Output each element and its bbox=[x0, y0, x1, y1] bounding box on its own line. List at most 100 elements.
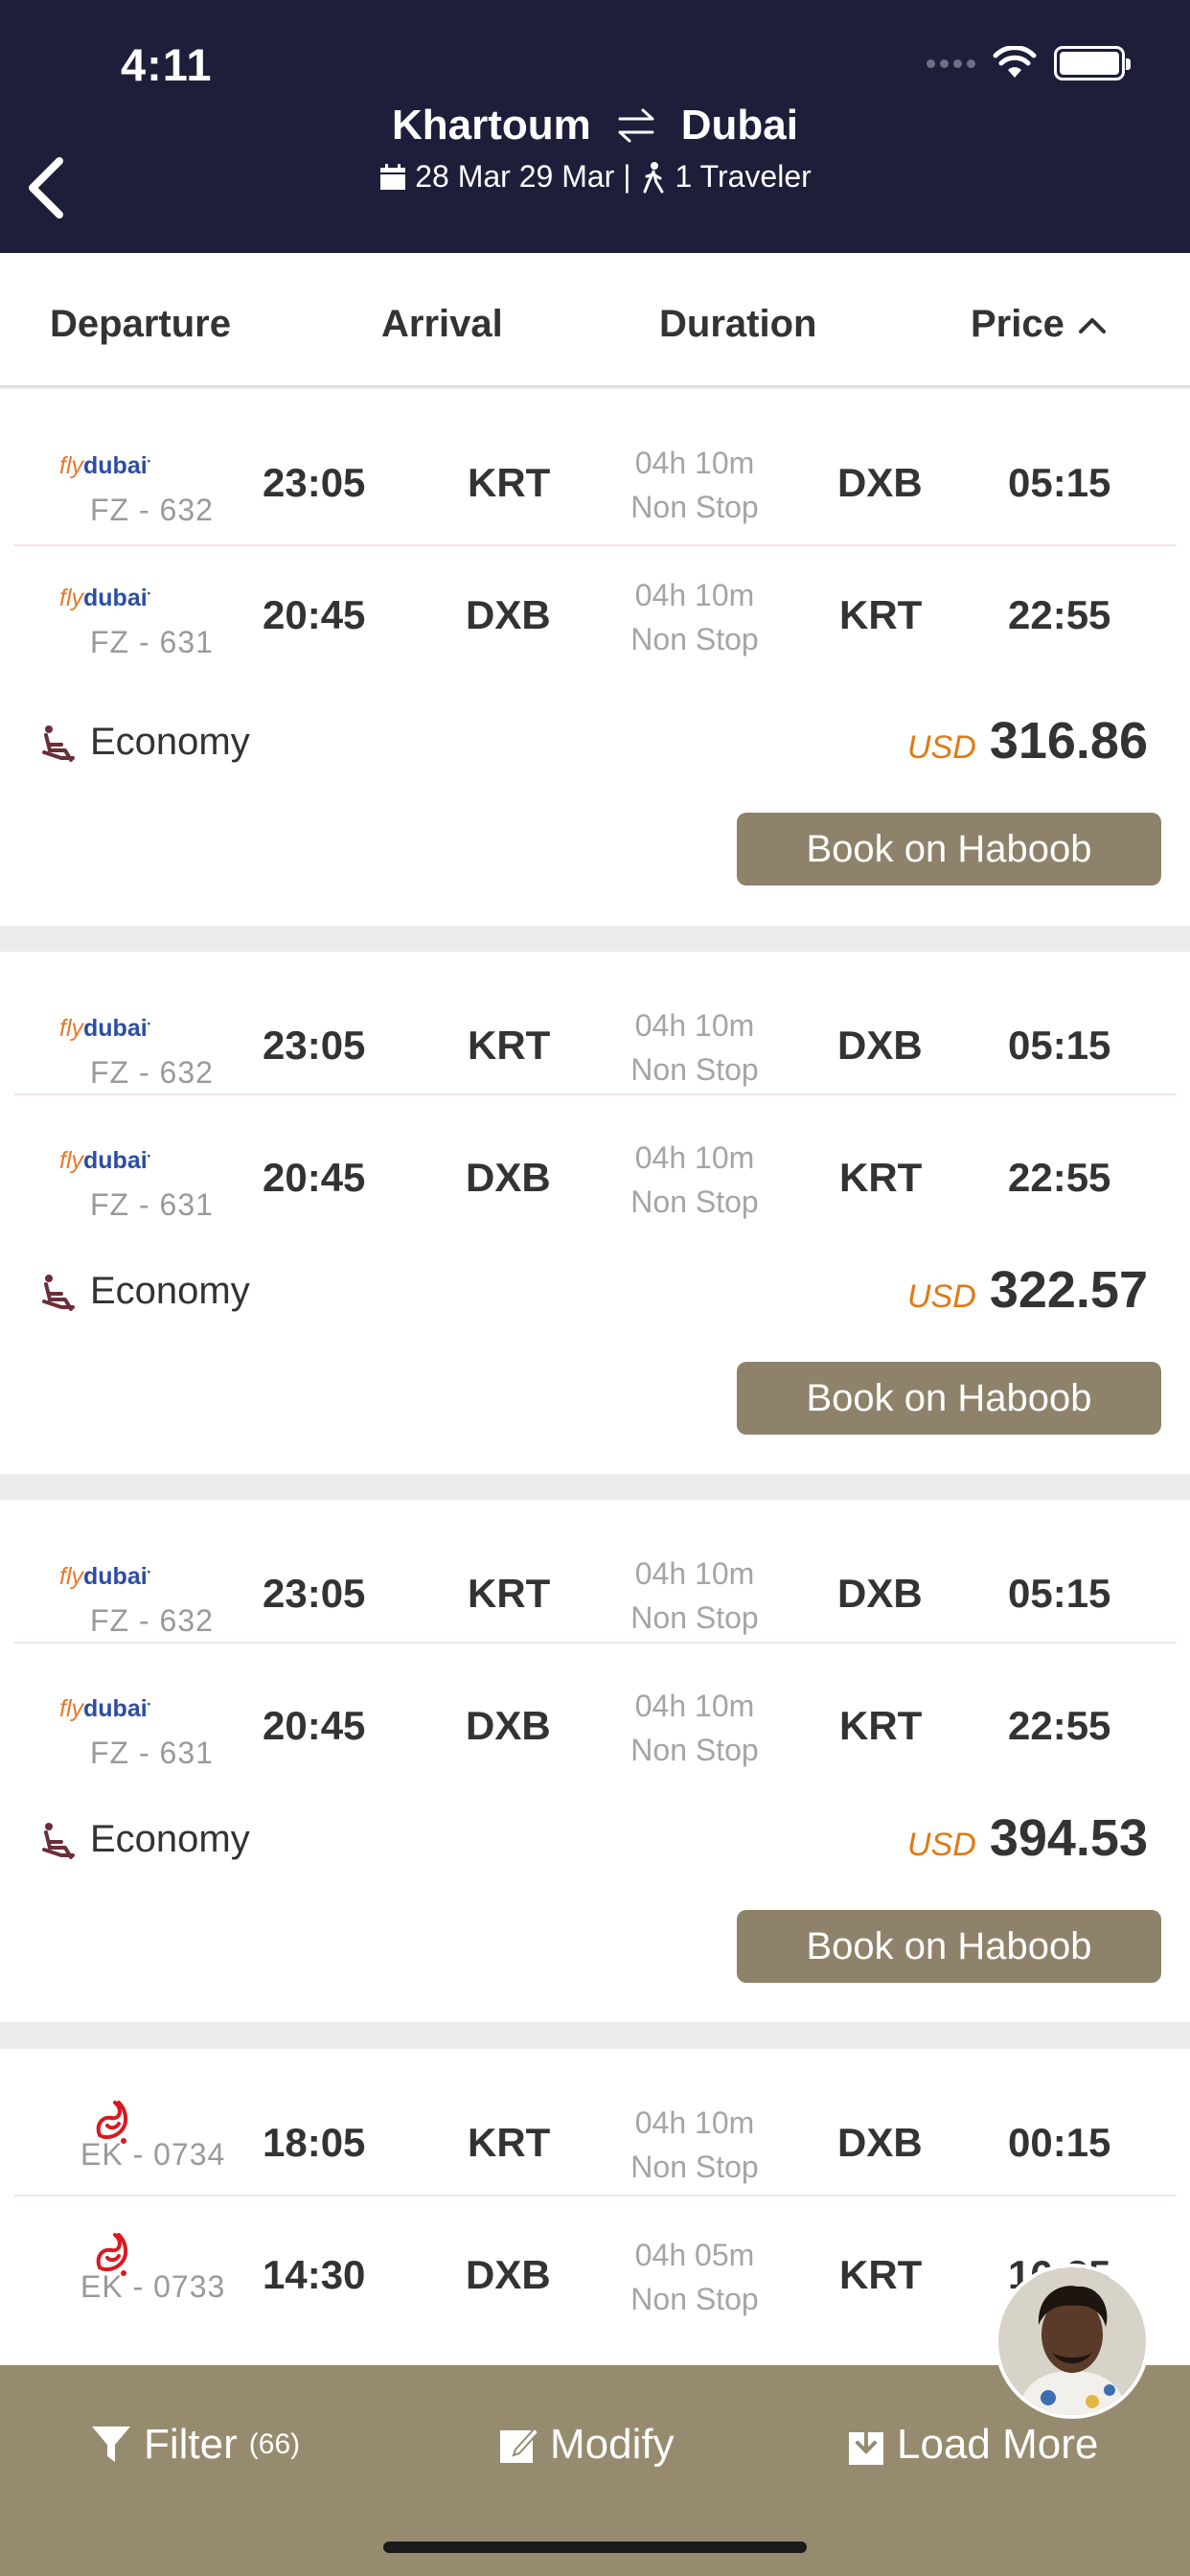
sort-price-label: Price bbox=[971, 303, 1064, 345]
price: USD 394.53 bbox=[907, 1808, 1148, 1868]
arrival-time: 22:55 bbox=[1008, 1703, 1111, 1748]
departure-time: 20:45 bbox=[263, 1155, 366, 1200]
duration: 04h 10m Non Stop bbox=[594, 1684, 795, 1772]
modify-label: Modify bbox=[550, 2421, 675, 2468]
traveler-count: 1 Traveler bbox=[675, 159, 812, 194]
currency: USD bbox=[907, 729, 976, 766]
filter-label: Filter bbox=[144, 2421, 238, 2468]
cabin-label: Economy bbox=[90, 721, 250, 763]
book-button[interactable]: Book on Haboob bbox=[737, 1362, 1161, 1435]
flydubai-logo: flydubai• bbox=[59, 585, 151, 611]
flight-number: EK - 0734 bbox=[80, 2137, 226, 2172]
origin-city: Khartoum bbox=[391, 102, 591, 149]
destination-code: DXB bbox=[837, 2120, 923, 2165]
sort-price[interactable]: Price bbox=[971, 303, 1107, 346]
flight-number: EK - 0733 bbox=[80, 2269, 226, 2304]
flight-number: FZ - 631 bbox=[90, 625, 214, 659]
cabin-label: Economy bbox=[90, 1818, 250, 1860]
duration: 04h 10m Non Stop bbox=[594, 1552, 795, 1640]
destination-code: DXB bbox=[837, 460, 923, 505]
battery-icon bbox=[1054, 46, 1131, 80]
destination-code: KRT bbox=[839, 1703, 923, 1748]
swap-arrows-icon bbox=[618, 108, 654, 143]
destination-code: KRT bbox=[839, 2252, 923, 2297]
flight-leg: flydubai• FZ - 632 23:05 KRT 04h 10m Non … bbox=[0, 389, 1190, 546]
wifi-icon bbox=[993, 46, 1037, 78]
sort-arrival[interactable]: Arrival bbox=[381, 303, 503, 346]
price-amount: 316.86 bbox=[989, 712, 1148, 770]
departure-time: 20:45 bbox=[263, 1703, 366, 1748]
flight-leg: flydubai• FZ - 631 20:45 DXB 04h 10m Non … bbox=[0, 1084, 1190, 1222]
origin-code: DXB bbox=[466, 1703, 551, 1748]
origin-code: DXB bbox=[466, 1155, 551, 1200]
flight-card[interactable]: flydubai• FZ - 632 23:05 KRT 04h 10m Non … bbox=[0, 952, 1190, 1474]
flight-leg: flydubai• FZ - 632 23:05 KRT 04h 10m Non … bbox=[0, 952, 1190, 1095]
flydubai-logo: flydubai• bbox=[59, 1015, 151, 1042]
destination-code: DXB bbox=[837, 1023, 923, 1068]
duration: 04h 10m Non Stop bbox=[594, 573, 795, 661]
duration: 04h 10m Non Stop bbox=[594, 1003, 795, 1092]
flydubai-logo: flydubai• bbox=[59, 1147, 151, 1174]
duration-value: 04h 10m bbox=[634, 2105, 755, 2140]
arrival-time: 05:15 bbox=[1008, 1571, 1111, 1616]
load-more-label: Load More bbox=[897, 2421, 1099, 2468]
header: 4:11 Khartoum Dubai 28 Mar 29 Mar | 1 Tr… bbox=[0, 0, 1190, 253]
duration: 04h 10m Non Stop bbox=[594, 441, 795, 529]
arrival-time: 00:15 bbox=[1008, 2120, 1111, 2165]
flight-card[interactable]: flydubai• FZ - 632 23:05 KRT 04h 10m Non … bbox=[0, 1500, 1190, 2022]
currency: USD bbox=[907, 1278, 976, 1315]
destination-code: DXB bbox=[837, 1571, 923, 1616]
flydubai-logo: flydubai• bbox=[59, 452, 151, 479]
duration: 04h 05m Non Stop bbox=[594, 2233, 795, 2321]
flydubai-logo: flydubai• bbox=[59, 1563, 151, 1590]
duration-value: 04h 10m bbox=[634, 578, 755, 612]
duration-value: 04h 05m bbox=[634, 2238, 755, 2272]
bottom-action-bar: Filter (66) Modify Load More bbox=[0, 2365, 1190, 2576]
signal-icon bbox=[927, 58, 975, 68]
download-icon bbox=[849, 2425, 883, 2465]
route-title: Khartoum Dubai bbox=[0, 102, 1190, 150]
flight-leg: flydubai• FZ - 631 20:45 DXB 04h 10m Non … bbox=[0, 1632, 1190, 1770]
flight-leg: flydubai• FZ - 631 20:45 DXB 04h 10m Non … bbox=[0, 521, 1190, 659]
departure-time: 23:05 bbox=[263, 460, 366, 505]
origin-code: DXB bbox=[466, 592, 551, 637]
stops: Non Stop bbox=[630, 1733, 759, 1767]
duration-value: 04h 10m bbox=[634, 1008, 755, 1043]
filter-button[interactable]: Filter (66) bbox=[90, 2421, 300, 2469]
flight-card[interactable]: flydubai• FZ - 632 23:05 KRT 04h 10m Non … bbox=[0, 389, 1190, 926]
person-avatar-icon bbox=[998, 2267, 1146, 2415]
destination-code: KRT bbox=[839, 1155, 923, 1200]
stops: Non Stop bbox=[630, 2282, 759, 2316]
calendar-icon bbox=[380, 163, 406, 190]
duration-value: 04h 10m bbox=[634, 1140, 755, 1175]
arrival-time: 22:55 bbox=[1008, 592, 1111, 637]
currency: USD bbox=[907, 1827, 976, 1863]
cabin-class: Economy bbox=[40, 721, 250, 764]
flight-number: FZ - 631 bbox=[90, 1187, 214, 1222]
departure-time: 20:45 bbox=[263, 592, 366, 637]
arrival-time: 05:15 bbox=[1008, 460, 1111, 505]
book-button[interactable]: Book on Haboob bbox=[737, 1910, 1161, 1983]
cabin-class: Economy bbox=[40, 1270, 250, 1313]
cabin-class: Economy bbox=[40, 1818, 250, 1861]
filter-count: (66) bbox=[248, 2428, 301, 2460]
book-button[interactable]: Book on Haboob bbox=[737, 813, 1161, 886]
departure-time: 14:30 bbox=[263, 2252, 366, 2297]
chat-support-avatar[interactable] bbox=[995, 2264, 1150, 2419]
flight-number: FZ - 631 bbox=[90, 1736, 214, 1770]
trip-dates: 28 Mar 29 Mar | bbox=[415, 159, 631, 194]
sort-departure[interactable]: Departure bbox=[50, 303, 231, 346]
sort-bar: Departure Arrival Duration Price bbox=[0, 253, 1190, 387]
traveler-icon bbox=[643, 161, 663, 193]
price-amount: 322.57 bbox=[989, 1261, 1148, 1319]
stops: Non Stop bbox=[630, 1184, 759, 1219]
chevron-up-icon bbox=[1078, 317, 1106, 334]
seat-icon bbox=[42, 1274, 75, 1311]
load-more-button[interactable]: Load More bbox=[847, 2421, 1098, 2469]
duration-value: 04h 10m bbox=[634, 1556, 755, 1591]
edit-icon bbox=[500, 2426, 538, 2463]
modify-button[interactable]: Modify bbox=[498, 2421, 675, 2469]
sort-duration[interactable]: Duration bbox=[659, 303, 816, 346]
seat-icon bbox=[42, 1822, 75, 1859]
departure-time: 23:05 bbox=[263, 1023, 366, 1068]
